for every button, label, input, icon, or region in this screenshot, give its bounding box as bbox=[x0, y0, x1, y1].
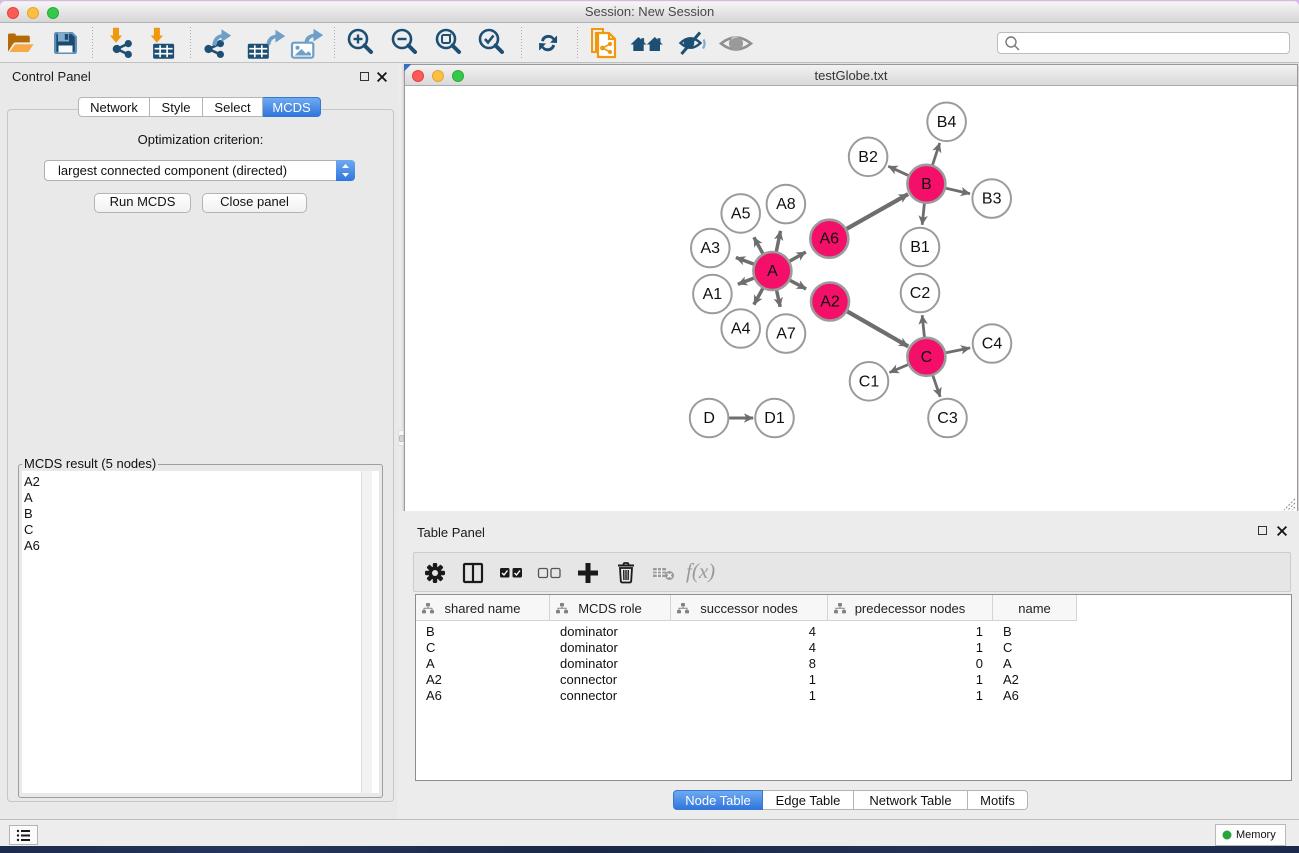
svg-text:A3: A3 bbox=[701, 240, 721, 257]
svg-text:B1: B1 bbox=[910, 239, 930, 256]
svg-text:B3: B3 bbox=[982, 191, 1002, 208]
svg-text:D1: D1 bbox=[764, 410, 785, 427]
svg-text:A5: A5 bbox=[731, 205, 751, 222]
svg-text:B4: B4 bbox=[937, 114, 957, 131]
svg-text:A4: A4 bbox=[731, 321, 751, 338]
svg-text:B: B bbox=[921, 176, 932, 193]
svg-text:A2: A2 bbox=[820, 294, 840, 311]
svg-text:C1: C1 bbox=[859, 373, 880, 390]
svg-text:C: C bbox=[921, 349, 933, 366]
svg-text:B2: B2 bbox=[858, 149, 878, 166]
svg-text:C4: C4 bbox=[982, 336, 1003, 353]
svg-text:A7: A7 bbox=[776, 326, 796, 343]
svg-text:A6: A6 bbox=[820, 231, 840, 248]
svg-text:A1: A1 bbox=[703, 286, 723, 303]
svg-text:C2: C2 bbox=[910, 285, 931, 302]
svg-text:C3: C3 bbox=[937, 410, 958, 427]
svg-text:A8: A8 bbox=[776, 196, 796, 213]
svg-text:D: D bbox=[703, 410, 715, 427]
svg-text:A: A bbox=[767, 263, 778, 280]
